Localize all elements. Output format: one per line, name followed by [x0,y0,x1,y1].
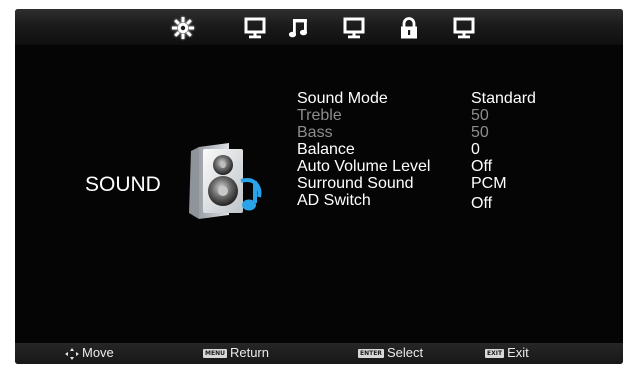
menu-row-balance[interactable]: Balance 0 [297,141,597,158]
hint-select-label: Select [386,345,424,360]
section-title: SOUND [85,173,161,196]
monitor-icon[interactable] [341,15,367,41]
exit-key-icon: EXIT [485,349,505,359]
menu-item-value: Off [471,158,493,175]
monitor-icon[interactable] [242,15,268,41]
menu-row-ad-switch[interactable]: AD Switch Off [297,192,597,212]
menu-item-label: Balance [297,141,355,158]
lock-icon[interactable] [396,15,422,41]
menu-item-value: Off [471,195,493,212]
monitor-icon[interactable] [451,15,477,41]
hint-return-label: Return [229,345,269,360]
key-hint-bar: Move MENU Return ENTER Select EXIT Exit [15,343,623,364]
menu-item-label: Sound Mode [297,90,388,107]
menu-item-label: Bass [297,124,333,141]
tv-osd-screen: SOUND Sound Mode Standard Treble 50 Bass… [15,9,623,364]
hint-move-label: Move [82,345,114,360]
menu-item-label: Auto Volume Level [297,158,431,175]
menu-key-icon: MENU [203,349,227,359]
hint-exit: EXIT Exit [485,345,529,361]
menu-row-treble[interactable]: Treble 50 [297,107,597,124]
hint-move: Move [65,345,114,361]
menu-item-label: AD Switch [297,192,371,209]
speaker-icon [185,141,269,221]
menu-tab-bar [15,9,623,45]
menu-item-label: Treble [297,107,342,124]
music-note-icon[interactable] [286,15,312,41]
menu-item-label: Surround Sound [297,175,414,192]
hint-return: MENU Return [203,345,269,361]
picture-gear-icon[interactable] [170,15,196,41]
menu-row-auto-volume-level[interactable]: Auto Volume Level Off [297,158,597,175]
enter-key-icon: ENTER [358,349,384,359]
menu-row-sound-mode[interactable]: Sound Mode Standard [297,90,597,107]
menu-item-value: 0 [471,141,480,158]
four-way-arrow-icon [65,347,79,360]
menu-item-value: PCM [471,175,507,192]
hint-exit-label: Exit [507,345,529,360]
menu-item-value: Standard [471,90,536,107]
menu-row-surround-sound[interactable]: Surround Sound PCM [297,175,597,192]
hint-select: ENTER Select [358,345,423,361]
menu-item-value: 50 [471,124,489,141]
menu-item-value: 50 [471,107,489,124]
menu-row-bass[interactable]: Bass 50 [297,124,597,141]
sound-settings-menu: Sound Mode Standard Treble 50 Bass 50 Ba… [297,90,597,212]
